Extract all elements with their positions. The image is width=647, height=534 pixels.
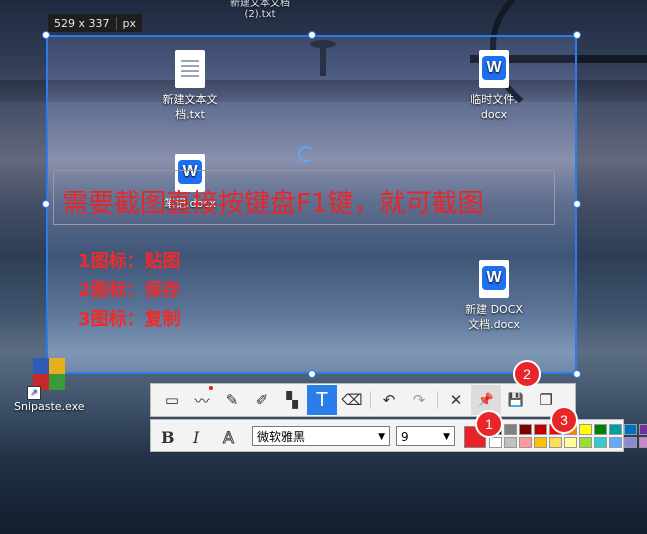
eraser-icon: ⌫ [341,391,363,409]
pin-icon: 📌 [477,392,495,408]
desktop-snipaste-shortcut[interactable]: ↗ Snipaste.exe [14,358,85,413]
annotation-headline: 需要截图直接按键盘F1键，就可截图 [62,189,484,219]
legend-line-copy: 3图标：复制 [78,309,181,330]
palette-swatch[interactable] [639,437,647,448]
resize-handle-e[interactable] [573,200,581,208]
line-tool-indicator-dot [209,386,213,390]
selection-size-badge: 529 x 337 px [48,14,142,32]
polyline-icon: 〰 [194,391,210,410]
palette-swatch[interactable] [609,437,622,448]
rectangle-tool[interactable]: ▭ [157,385,187,415]
resize-handle-nw[interactable] [42,31,50,39]
resize-handle-se[interactable] [573,370,581,378]
mosaic-icon: ▚ [286,391,298,409]
pencil-tool[interactable]: ✎ [217,385,247,415]
palette-swatch[interactable] [624,424,637,435]
snipaste-logo-icon: ↗ [27,358,67,400]
palette-swatch[interactable] [579,437,592,448]
text-file-icon [175,50,205,88]
desktop-file-new-docx[interactable]: 新建 DOCX 文档.docx [454,260,534,332]
eraser-tool[interactable]: ⌫ [337,385,367,415]
text-tool[interactable]: T [307,385,337,415]
chevron-down-icon: ▼ [443,432,450,442]
undo-icon: ↶ [382,391,396,409]
palette-swatch[interactable] [519,437,532,448]
palette-swatch[interactable] [489,437,502,448]
save-button[interactable]: 💾 [501,385,531,415]
copy-icon: ❐ [539,391,553,409]
redo-icon: ↷ [412,391,426,409]
resize-handle-w[interactable] [42,200,50,208]
annotation-toolbar: ▭ 〰 ✎ ✐ ▚ T ⌫ ↶ ↷ ✕ 📌 💾 ❐ [150,383,576,417]
palette-swatch[interactable] [534,437,547,448]
palette-swatch[interactable] [549,437,562,448]
badge-3: 3 [550,406,578,434]
text-icon: T [315,388,329,411]
resize-handle-n[interactable] [308,31,316,39]
palette-swatch[interactable] [594,437,607,448]
pencil-icon: ✎ [225,391,239,409]
palette-swatch[interactable] [504,424,517,435]
close-button[interactable]: ✕ [441,385,471,415]
loading-spinner-icon [298,146,314,162]
rectangle-icon: ▭ [164,391,180,409]
wps-doc-icon [479,50,509,88]
palette-swatch[interactable] [504,437,517,448]
palette-swatch[interactable] [579,424,592,435]
badge-2: 2 [513,360,541,388]
font-family-select[interactable]: 微软雅黑 ▼ [252,426,390,446]
outline-button[interactable]: A [223,428,235,448]
legend-line-save: 2图标：保存 [78,280,181,301]
undo-button[interactable]: ↶ [374,385,404,415]
resize-handle-s[interactable] [308,370,316,378]
desktop-file-label-partial: 新建文本文档 (2).txt [230,0,290,20]
palette-swatch[interactable] [609,424,622,435]
palette-swatch[interactable] [594,424,607,435]
marker-tool[interactable]: ✐ [247,385,277,415]
redo-button[interactable]: ↷ [404,385,434,415]
desktop-file-txt[interactable]: 新建文本文 档.txt [150,50,230,122]
selection-dimensions: 529 x 337 [54,16,110,30]
save-icon: 💾 [507,392,525,408]
palette-swatch[interactable] [519,424,532,435]
legend-line-pin: 1图标：贴图 [78,251,181,272]
bold-button[interactable]: B [161,428,175,447]
palette-swatch[interactable] [534,424,547,435]
palette-swatch[interactable] [624,437,637,448]
badge-1: 1 [475,410,503,438]
desktop-file-temp-docx[interactable]: 临时文件. docx [454,50,534,122]
font-size-select[interactable]: 9 ▼ [396,426,455,446]
palette-swatch[interactable] [639,424,647,435]
palette-swatch[interactable] [564,437,577,448]
chevron-down-icon: ▼ [378,432,385,442]
resize-handle-ne[interactable] [573,31,581,39]
close-icon: ✕ [449,391,463,409]
italic-button[interactable]: I [193,428,199,447]
mosaic-tool[interactable]: ▚ [277,385,307,415]
line-tool[interactable]: 〰 [187,385,217,415]
marker-icon: ✐ [255,391,269,409]
selection-unit: px [115,16,143,30]
wps-doc-icon [479,260,509,298]
